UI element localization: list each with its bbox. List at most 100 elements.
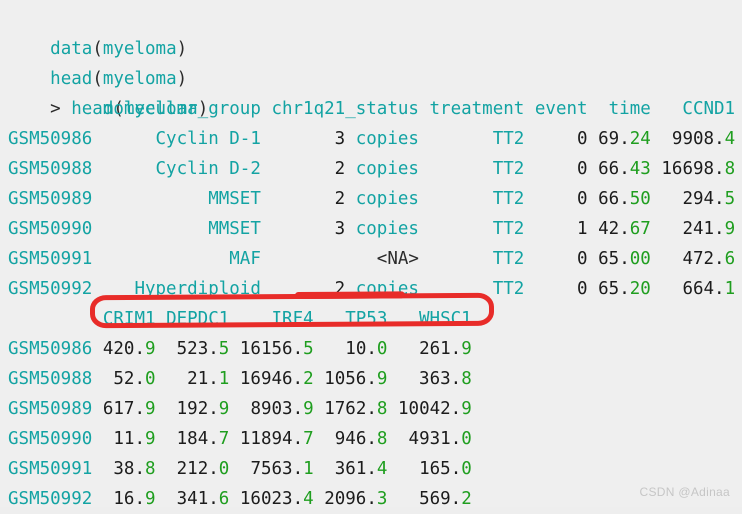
cell-IRF4-dec: 7 [303, 429, 314, 449]
table-row: GSM50989 MMSET 2 copies TT2 0 66.50 294.… [8, 184, 742, 214]
column-header-CCND1: CCND1 [661, 99, 736, 119]
col-gap [651, 219, 662, 239]
col-gap [387, 339, 398, 359]
cell-CRIM1-dec: 0 [145, 369, 156, 389]
cell-CCND1-pad [661, 189, 682, 209]
paren-close: ) [176, 69, 188, 89]
header-rowname-gap [8, 309, 92, 329]
cell-TP53-int: 1056. [324, 369, 377, 389]
col-gap [92, 459, 103, 479]
column-header-time: time [598, 99, 651, 119]
row-name-label: GSM50990 [8, 219, 93, 239]
cell-pad [271, 249, 376, 269]
cell-molecular_group: Cyclin D-2 [102, 159, 261, 179]
cell-CCND1-dec: 6 [724, 249, 736, 269]
cell-CRIM1-dec: 9 [145, 489, 156, 509]
cell-time-int: 42. [598, 219, 630, 239]
col-gap [524, 279, 535, 299]
cell-IRF4-int: 16946. [239, 369, 304, 389]
col-gap [92, 129, 103, 149]
cell-event-pad [535, 129, 577, 149]
cell-CRIM1-int: 617. [102, 399, 145, 419]
table-header-row: CRIM1 DEPDC1 IRF4 TP53 WHSC1 [8, 304, 742, 334]
col-gap [387, 309, 398, 329]
code-line-data: data(myeloma) [8, 4, 742, 59]
cell-WHSC1-dec: 8 [461, 369, 472, 389]
cell-CRIM1-int: 38. [113, 459, 145, 479]
cell-CCND1-dec: 4 [724, 129, 736, 149]
function-name-data: data [50, 39, 93, 59]
cell-DEPDC1-pad [166, 459, 177, 479]
cell-CCND1-int: 9908. [671, 129, 725, 149]
col-gap [92, 159, 103, 179]
cell-event-int: 0 [577, 249, 588, 269]
cell-TP53-int: 2096. [324, 489, 377, 509]
cell-event-pad [535, 279, 577, 299]
col-gap [419, 249, 430, 269]
cell-chr1q21_status-count: 3 [334, 219, 346, 239]
cell-CCND1-dec: 9 [724, 219, 736, 239]
cell-CCND1-int: 241. [682, 219, 725, 239]
col-gap [387, 429, 398, 449]
col-gap [92, 99, 103, 119]
col-gap [92, 339, 103, 359]
cell-time-dec: 20 [629, 279, 651, 299]
cell-chr1q21_status-count: 3 [334, 129, 346, 149]
cell-CCND1-int: 472. [682, 249, 725, 269]
cell-CRIM1-int: 11. [113, 429, 145, 449]
cell-DEPDC1-dec: 6 [218, 489, 230, 509]
cell-CRIM1-pad [103, 369, 114, 389]
col-gap [261, 279, 272, 299]
table-row: GSM50990 MMSET 3 copies TT2 1 42.67 241.… [8, 214, 742, 244]
cell-time-dec: 50 [629, 189, 651, 209]
cell-time-dec: 43 [629, 159, 651, 179]
col-gap [419, 219, 430, 239]
cell-CCND1-pad [661, 129, 672, 149]
cell-CCND1-int: 16698. [661, 159, 725, 179]
col-gap [387, 489, 398, 509]
cell-CRIM1-dec: 9 [145, 399, 156, 419]
cell-TP53-dec: 9 [376, 369, 388, 389]
cell-WHSC1-dec: 2 [461, 489, 472, 509]
col-gap [314, 369, 325, 389]
cell-CRIM1-int: 420. [102, 339, 145, 359]
col-gap [229, 489, 240, 509]
cell-treatment: TT2 [429, 129, 525, 149]
cell-time-int: 66. [598, 189, 630, 209]
column-header-molecular_group: molecular_group [102, 99, 261, 119]
header-rowname-gap [8, 99, 92, 119]
cell-IRF4-dec: 4 [303, 489, 314, 509]
row-name-label: GSM50989 [8, 399, 93, 419]
cell-chr1q21_status-unit: copies [345, 189, 419, 209]
argument-myeloma: myeloma [102, 39, 177, 59]
cell-DEPDC1-int: 21. [187, 369, 219, 389]
col-gap [314, 429, 325, 449]
cell-CCND1-pad [661, 219, 682, 239]
cell-treatment: TT2 [429, 249, 525, 269]
cell-time-int: 65. [598, 249, 630, 269]
cell-TP53-pad [324, 339, 345, 359]
col-gap [314, 459, 325, 479]
cell-molecular_group: MMSET [102, 219, 261, 239]
col-gap [92, 429, 103, 449]
cell-molecular_group: Hyperdiploid [102, 279, 261, 299]
col-gap [651, 189, 662, 209]
row-name-label: GSM50986 [8, 339, 93, 359]
col-gap [261, 159, 272, 179]
col-gap [156, 459, 167, 479]
col-gap [524, 219, 535, 239]
col-gap [156, 399, 167, 419]
col-gap [92, 369, 103, 389]
col-gap [524, 99, 535, 119]
cell-WHSC1-dec: 0 [461, 429, 472, 449]
cell-event-int: 0 [577, 129, 588, 149]
col-gap [229, 369, 240, 389]
cell-WHSC1-int: 165. [419, 459, 462, 479]
col-gap [92, 249, 103, 269]
cell-IRF4-int: 11894. [239, 429, 304, 449]
column-header-chr1q21_status: chr1q21_status [271, 99, 419, 119]
cell-chr1q21_status-unit: copies [345, 219, 419, 239]
cell-CRIM1-int: 52. [113, 369, 145, 389]
table-row: GSM50986 420.9 523.5 16156.5 10.0 261.9 [8, 334, 742, 364]
row-name-label: GSM50991 [8, 249, 93, 269]
